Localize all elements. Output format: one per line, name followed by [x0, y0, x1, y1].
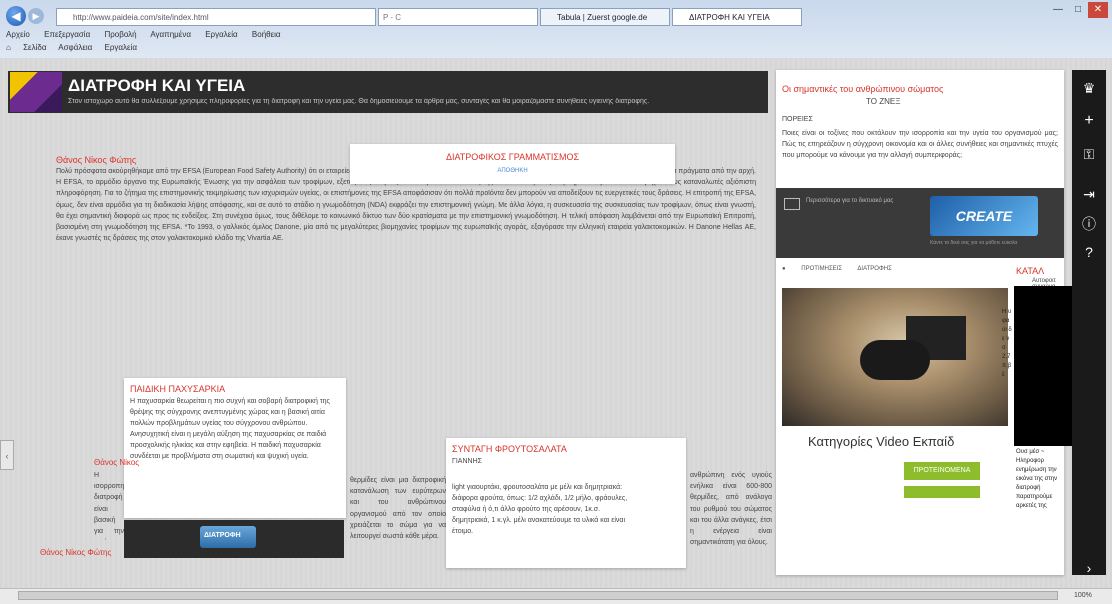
black-panel	[1014, 286, 1072, 446]
paidiki-card[interactable]: ΠΑΙΔΙΚΗ ΠΑΧΥΣΑΡΚΙΑ Η παχυσαρκία θεωρείτα…	[124, 378, 346, 518]
article2-body: Η ισορροπημένη διατροφή είναι βασική για…	[94, 472, 124, 540]
article2-author[interactable]: Θάνος Νίκος	[94, 458, 139, 467]
card-title: ΠΑΙΔΙΚΗ ΠΑΧΥΣΑΡΚΙΑ	[130, 384, 226, 394]
menu-help[interactable]: Βοήθεια	[252, 30, 281, 39]
site-subtitle: Στον ιστοχώρο αυτό θα συλλέξουμε χρήσιμε…	[68, 98, 650, 105]
diatrofikos-card[interactable]: ΔΙΑΤΡΟΦΙΚΟΣ ΓΡΑΜΜΑΤΙΣΜΟΣ ΑΠΟΘΗΚΗ	[350, 144, 675, 184]
dot-icon: ●	[782, 266, 786, 272]
back-icon[interactable]: ◀	[6, 6, 26, 26]
right-text-fragment: ανθρώπινη ενός υγιούς ενήλικα είναι 600-…	[690, 472, 772, 547]
login-icon[interactable]: ⇥	[1072, 186, 1106, 203]
crown-icon[interactable]: ♛	[1072, 80, 1106, 97]
window-controls: — □ ✕	[1048, 2, 1108, 18]
command-bar: ⌂ Σελίδα Ασφάλεια Εργαλεία	[6, 43, 606, 55]
key-icon[interactable]: ⚿	[1072, 146, 1106, 163]
menu-bar: Αρχείο Επεξεργασία Προβολή Αγαπημένα Εργ…	[6, 30, 606, 42]
syntagi-card[interactable]: ΣΥΝΤΑΓΗ ΦΡΟΥΤΟΣΑΛΑΤΑ ΓΙΑΝΝΗΣ light γιαου…	[446, 438, 686, 568]
middle-text: θερμίδες είναι μια διατροφική κατανάλωση…	[350, 477, 446, 541]
menu-favorites[interactable]: Αγαπημένα	[150, 30, 191, 39]
ad-caption: Κάντε τα δικά σας για να μάθετε εύκολα	[930, 240, 1018, 246]
article-author[interactable]: Θάνος Νίκος Φώτης	[56, 155, 136, 165]
left-arrow-icon[interactable]: ‹	[0, 440, 14, 470]
menu-file[interactable]: Αρχείο	[6, 30, 30, 39]
card-author: ΓΙΑΝΝΗΣ	[452, 458, 482, 465]
header-logo-image[interactable]	[10, 72, 62, 112]
tab-other[interactable]: Tabula | Zuerst google.de	[540, 8, 670, 26]
card-title: ΔΙΑΤΡΟΦΙΚΟΣ ΓΡΑΜΜΑΤΙΣΜΟΣ	[445, 152, 580, 162]
zoom-level[interactable]: 100%	[1074, 592, 1092, 599]
create-logo[interactable]: CREATE	[930, 196, 1038, 236]
maximize-button[interactable]: □	[1068, 2, 1088, 18]
tab-preferences[interactable]: ΠΡΟΤΙΜΗΣΕΙΣ	[801, 266, 842, 272]
close-button[interactable]: ✕	[1088, 2, 1108, 18]
tab-nutrition[interactable]: ΔΙΑΤΡΟΦΗΣ	[857, 266, 891, 272]
plus-icon[interactable]: +	[1072, 112, 1106, 130]
tabs-row: ● ΠΡΟΤΙΜΗΣΕΙΣ ΔΙΑΤΡΟΦΗΣ	[782, 266, 906, 272]
article-body: Πολύ πρόσφατα ακούρηθήκαμε από την EFSA …	[56, 168, 756, 243]
info-icon[interactable]: ⓘ	[1072, 214, 1106, 234]
menu-edit[interactable]: Επεξεργασία	[44, 30, 90, 39]
ad-text: Περισσότερα για το δικτυακό μας	[806, 198, 894, 204]
ad-icon	[784, 198, 800, 210]
video-label: ΔΙΑΤΡΟΦΗ	[204, 532, 241, 539]
card-title: ΣΥΝΤΑΓΗ ΦΡΟΥΤΟΣΑΛΑΤΑ	[452, 444, 567, 454]
video-thumbnail[interactable]: ΔΙΑΤΡΟΦΗ	[124, 520, 344, 558]
secondary-green-button[interactable]	[904, 486, 980, 498]
scrollbar-thumb[interactable]	[18, 591, 1058, 600]
minimize-button[interactable]: —	[1048, 2, 1068, 18]
tab-active[interactable]: ΔΙΑΤΡΟΦΗ ΚΑΙ ΥΓΕΙΑ	[672, 8, 802, 26]
katal-label[interactable]: ΚΑΤΑΛ	[1016, 266, 1044, 276]
forward-icon[interactable]: ▶	[28, 8, 44, 24]
next-icon[interactable]: ›	[1072, 560, 1106, 576]
command-safety[interactable]: Ασφάλεια	[58, 43, 92, 52]
recommended-button[interactable]: ΠΡΟΤΕΙΝΟΜΕΝΑ	[904, 462, 980, 480]
video-category-heading: Κατηγορίες Video Εκπαίδ	[808, 434, 955, 449]
side-text-fragment: Η υ φα οι δ ε ν σ 2,7 π β έ	[1002, 309, 1012, 378]
card-body: Η παχυσαρκία θεωρείται η πιο συχνή και σ…	[130, 398, 330, 460]
nav-buttons: ◀ ▶	[6, 6, 52, 28]
command-tools[interactable]: Εργαλεία	[105, 43, 137, 52]
right-panel-body: Ποιες είναι οι τοξίνες που οκτάλουν την …	[782, 130, 1058, 160]
card-body: light γιαουρτάκι, φρουτοσαλάτα με μέλι κ…	[452, 484, 628, 535]
camera-lens	[860, 340, 930, 380]
side-strip-text: Ουσ μέσ ~ Ηληροφορ ενημέρωση την εικόνα …	[1016, 449, 1058, 509]
menu-view[interactable]: Προβολή	[104, 30, 136, 39]
article3-author[interactable]: Θάνος Νίκος Φώτης	[40, 548, 111, 557]
home-icon[interactable]: ⌂	[6, 43, 11, 52]
address-controls[interactable]: P - C	[378, 8, 538, 26]
card-link[interactable]: ΑΠΟΘΗΚΗ	[350, 168, 675, 174]
right-panel-title[interactable]: Οι σημαντικές του ανθρώπινου σώματος	[782, 84, 943, 94]
right-panel-label: ΠΟΡΕΙΕΣ	[782, 116, 813, 123]
help-icon[interactable]: ?	[1072, 244, 1106, 260]
menu-tools[interactable]: Εργαλεία	[205, 30, 237, 39]
address-bar[interactable]: http://www.paideia.com/site/index.html	[56, 8, 376, 26]
site-title[interactable]: ΔΙΑΤΡΟΦΗ ΚΑΙ ΥΓΕΙΑ	[68, 76, 245, 96]
right-panel-subtitle: ΤΟ ΖΝΕΞ	[866, 97, 901, 106]
command-page[interactable]: Σελίδα	[23, 43, 46, 52]
